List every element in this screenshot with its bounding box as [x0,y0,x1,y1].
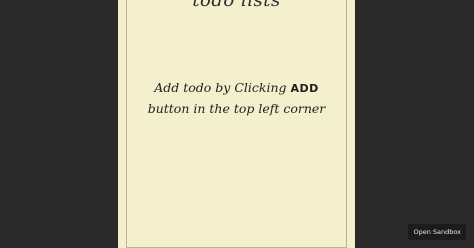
hint-text-after: button in the top left corner [147,101,326,116]
open-sandbox-button[interactable]: Open Sandbox [408,224,466,240]
hint-text-before: Add todo by Clicking [154,80,291,95]
empty-state-hint: Add todo by Clicking ADD button in the t… [132,78,341,119]
page-title: todo lists [192,0,281,11]
paper-border [126,0,347,248]
hint-add-keyword: ADD [290,82,319,95]
todo-paper: todo lists Add todo by Clicking ADD butt… [118,0,355,248]
